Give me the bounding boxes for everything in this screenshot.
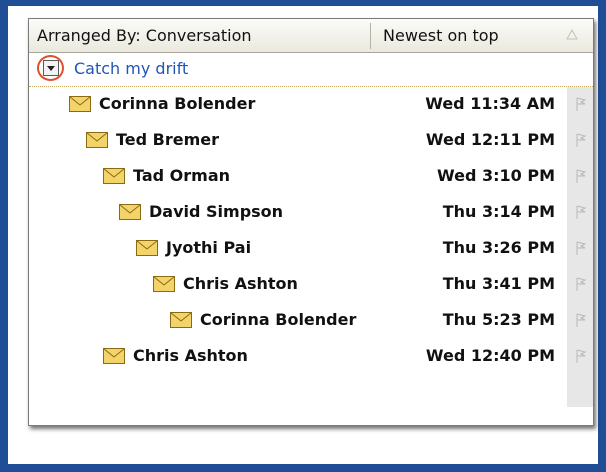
message-time: Thu 5:23 PM [442, 310, 555, 329]
envelope-icon [86, 132, 108, 148]
message-sender: Ted Bremer [116, 130, 220, 149]
flag-icon[interactable] [574, 348, 588, 364]
message-row[interactable]: David Simpson Thu 3:14 PM [29, 195, 593, 231]
message-time: Thu 3:26 PM [442, 238, 555, 257]
message-sender: Chris Ashton [183, 274, 298, 293]
message-time: Wed 11:34 AM [425, 94, 555, 113]
flag-icon[interactable] [574, 204, 588, 220]
message-row[interactable]: Chris Ashton Wed 12:40 PM [29, 339, 593, 375]
arranged-by-column-header[interactable]: Arranged By: Conversation [37, 26, 252, 45]
envelope-icon [119, 204, 141, 220]
envelope-icon [136, 240, 158, 256]
message-row[interactable]: Corinna Bolender Wed 11:34 AM [29, 87, 593, 123]
message-row[interactable]: Chris Ashton Thu 3:41 PM [29, 267, 593, 303]
sort-order-header[interactable]: Newest on top [383, 26, 499, 45]
list-header: Arranged By: Conversation Newest on top [29, 19, 593, 53]
flag-icon[interactable] [574, 96, 588, 112]
message-sender: Jyothi Pai [166, 238, 252, 257]
envelope-icon [103, 168, 125, 184]
message-time: Wed 12:11 PM [425, 130, 555, 149]
message-time: Thu 3:41 PM [442, 274, 555, 293]
flag-icon[interactable] [574, 276, 588, 292]
message-row[interactable]: Tad Orman Wed 3:10 PM [29, 159, 593, 195]
message-row[interactable]: Jyothi Pai Thu 3:26 PM [29, 231, 593, 267]
message-row[interactable]: Ted Bremer Wed 12:11 PM [29, 123, 593, 159]
message-time: Wed 12:40 PM [425, 346, 555, 365]
flag-icon[interactable] [574, 312, 588, 328]
message-sender: Tad Orman [133, 166, 231, 185]
flag-icon[interactable] [574, 168, 588, 184]
highlight-circle [37, 55, 64, 81]
message-sender: Corinna Bolender [200, 310, 357, 329]
flag-icon[interactable] [574, 240, 588, 256]
message-time: Thu 3:14 PM [442, 202, 555, 221]
envelope-icon [170, 312, 192, 328]
envelope-icon [69, 96, 91, 112]
message-time: Wed 3:10 PM [437, 166, 555, 185]
message-list: Corinna Bolender Wed 11:34 AM Ted Bremer W… [29, 87, 593, 407]
envelope-icon [103, 348, 125, 364]
column-divider[interactable] [370, 23, 371, 49]
screenshot-panel: Arranged By: Conversation Newest on top … [8, 6, 598, 464]
conversation-subject[interactable]: Catch my drift [74, 59, 188, 78]
message-list-window: Arranged By: Conversation Newest on top … [28, 18, 594, 426]
message-row[interactable]: Corinna Bolender Thu 5:23 PM [29, 303, 593, 339]
message-sender: Corinna Bolender [99, 94, 256, 113]
sort-triangle-icon[interactable] [565, 28, 579, 42]
conversation-header-row[interactable]: Catch my drift [29, 53, 593, 87]
flag-icon[interactable] [574, 132, 588, 148]
message-sender: Chris Ashton [133, 346, 248, 365]
envelope-icon [153, 276, 175, 292]
message-sender: David Simpson [149, 202, 284, 221]
